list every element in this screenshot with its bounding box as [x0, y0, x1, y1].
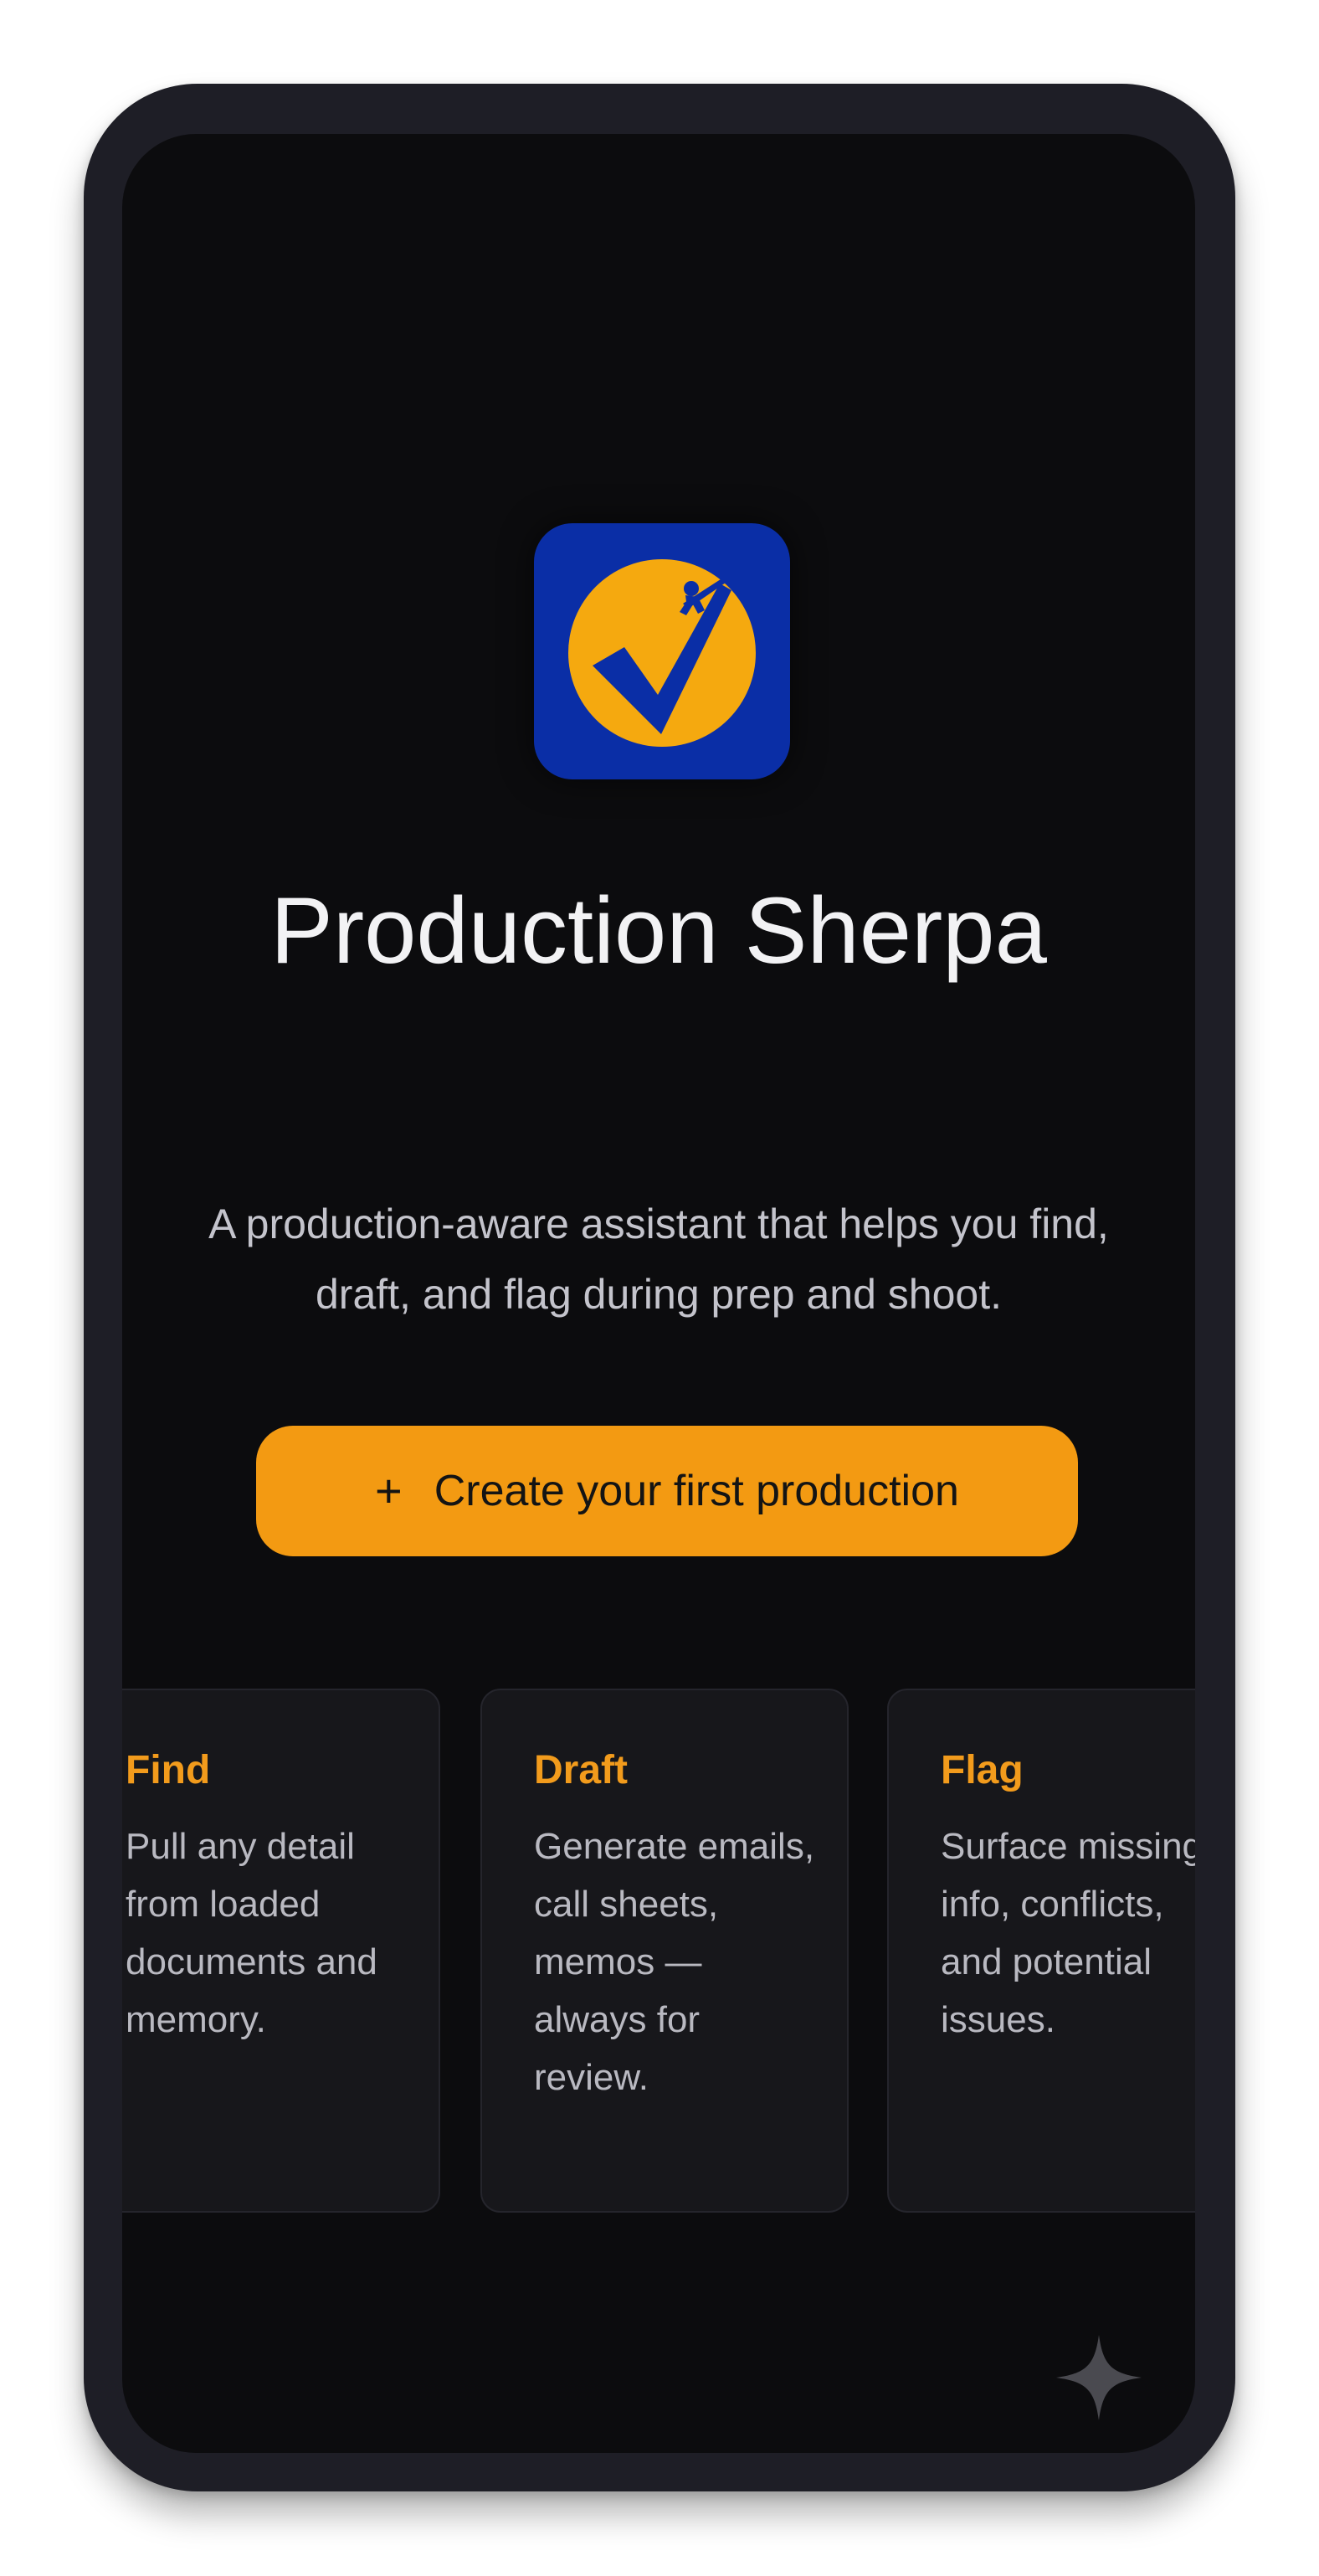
checkmark-climber-logo-icon [568, 559, 756, 747]
feature-card-description: Generate emails, call sheets, memos — al… [534, 1826, 815, 2098]
create-production-button[interactable]: + Create your first production [256, 1426, 1078, 1556]
sparkle-icon [1056, 2335, 1142, 2420]
tagline-line-1: A production-aware assistant that helps … [208, 1201, 1109, 1247]
feature-card-title: Draft [534, 1748, 629, 1792]
feature-card-title: Find [126, 1748, 211, 1792]
feature-card-description: Surface missing info, conflicts, and pot… [941, 1826, 1195, 2040]
tagline-line-2: draft, and flag during prep and shoot. [315, 1271, 1003, 1318]
app-logo [534, 523, 790, 779]
feature-card-description: Pull any detail from loaded documents an… [126, 1826, 377, 2040]
app-screen: Production Sherpa A production-aware ass… [122, 134, 1195, 2453]
create-production-label: Create your first production [434, 1467, 959, 1515]
feature-cards-carousel[interactable]: Find Pull any detail from loaded documen… [122, 1689, 1195, 2216]
page-title: Production Sherpa [270, 878, 1047, 983]
feature-card-flag[interactable]: Flag Surface missing info, conflicts, an… [887, 1689, 1195, 2213]
assistant-sparkle-button[interactable] [1053, 2332, 1145, 2424]
feature-card-find[interactable]: Find Pull any detail from loaded documen… [122, 1689, 440, 2213]
plus-icon: + [375, 1464, 403, 1517]
tagline: A production-aware assistant that helps … [122, 1189, 1195, 1329]
feature-card-draft[interactable]: Draft Generate emails, call sheets, memo… [480, 1689, 849, 2213]
feature-card-title: Flag [941, 1748, 1024, 1792]
